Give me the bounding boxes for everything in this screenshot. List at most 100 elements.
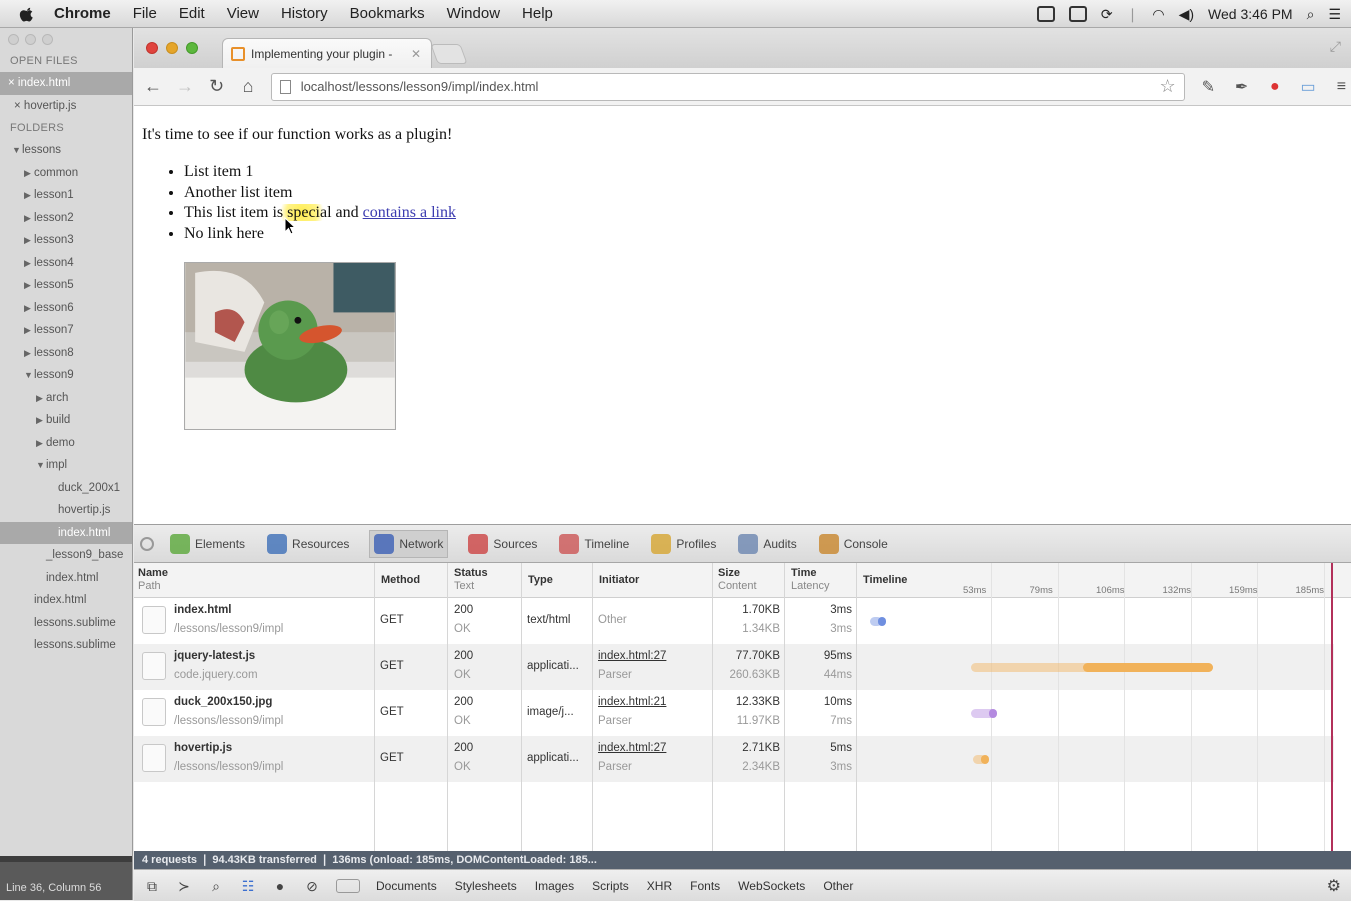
tree-item[interactable]: ▶ lesson7 [0,319,132,342]
tree-item[interactable]: _lesson9_base [0,544,132,567]
menu-file[interactable]: File [133,5,157,22]
app-name[interactable]: Chrome [54,5,111,22]
tree-item[interactable]: ▶ demo [0,432,132,455]
menu-bookmarks[interactable]: Bookmarks [350,5,425,22]
close-window-button[interactable] [146,42,158,54]
user-switch-icon[interactable] [1068,6,1087,22]
request-name[interactable]: hovertip.js [174,739,232,758]
tab-resources[interactable]: Resources [265,530,351,558]
tree-item[interactable]: lessons.sublime [0,634,132,657]
tree-item[interactable]: ▶ lesson2 [0,207,132,230]
wifi-icon[interactable]: ◠ [1152,6,1164,23]
bookmark-star-icon[interactable]: ☆ [1160,76,1176,97]
open-file-index[interactable]: × index.html [0,72,132,95]
clear-icon[interactable]: ⊘ [304,879,320,893]
tree-item[interactable]: ▶ build [0,409,132,432]
filter-scripts[interactable]: Scripts [592,879,629,893]
menu-window[interactable]: Window [447,5,500,22]
editor-zoom-button[interactable] [42,33,53,45]
filter-xhr[interactable]: XHR [647,879,672,893]
forward-arrow-icon[interactable]: → [176,76,194,97]
eyedropper-extension-icon[interactable]: ✒ [1232,77,1251,97]
tree-item[interactable]: ▶ lesson4 [0,252,132,275]
tree-item[interactable]: ▼lessons [0,139,132,162]
tree-item[interactable]: hovertip.js [0,499,132,522]
header-size[interactable]: Size Content [718,567,757,593]
header-method[interactable]: Method [381,574,420,587]
tab-timeline[interactable]: Timeline [557,530,631,558]
menu-view[interactable]: View [227,5,259,22]
dock-to-window-icon[interactable]: ⧉ [144,879,160,893]
filter-stylesheets[interactable]: Stylesheets [455,879,517,893]
back-arrow-icon[interactable]: ← [144,76,162,97]
tree-item[interactable]: ▶ lesson5 [0,274,132,297]
header-timeline[interactable]: Timeline [863,574,907,587]
address-bar[interactable]: localhost/lessons/lesson9/impl/index.htm… [270,72,1185,101]
notification-center-icon[interactable]: ☰ [1328,6,1341,23]
editor-minimize-button[interactable] [25,33,36,45]
tab-sources[interactable]: Sources [466,530,539,558]
tab-console[interactable]: Console [817,530,890,558]
initiator-link[interactable]: index.html:21 [598,693,666,712]
request-name[interactable]: jquery-latest.js [174,647,255,666]
tree-item[interactable]: index.html [0,567,132,590]
menu-help[interactable]: Help [522,5,553,22]
apple-icon[interactable] [18,5,36,23]
new-tab-button[interactable] [430,44,468,64]
browser-tab[interactable]: Implementing your plugin - ✕ [222,38,432,68]
menu-history[interactable]: History [281,5,328,22]
filter-other[interactable]: Other [823,879,853,893]
spotlight-search-icon[interactable]: ⌕ [1307,6,1315,23]
header-time[interactable]: Time Latency [791,567,830,593]
tree-item[interactable]: ▶ lesson1 [0,184,132,207]
clock[interactable]: Wed 3:46 PM [1208,6,1293,22]
request-name[interactable]: duck_200x150.jpg [174,693,272,712]
filter-images[interactable]: Images [535,879,574,893]
tree-item[interactable]: index.html [0,589,132,612]
large-rows-icon[interactable]: ☷ [240,879,256,893]
console-drawer-icon[interactable]: ≻ [176,879,192,893]
header-name[interactable]: Name Path [138,567,168,593]
header-type[interactable]: Type [528,574,553,587]
volume-icon[interactable]: ◀) [1179,6,1194,23]
sync-icon[interactable]: ⟳ [1101,6,1113,23]
header-status[interactable]: Status Text [454,567,488,593]
initiator-link[interactable]: index.html:27 [598,647,666,666]
open-file-hovertip[interactable]: × hovertip.js [0,95,132,118]
filter-fonts[interactable]: Fonts [690,879,720,893]
list-item-link[interactable]: contains a link [363,204,456,221]
inspect-search-icon[interactable]: ⌕ [208,879,224,893]
initiator-link[interactable]: index.html:27 [598,739,666,758]
tree-item[interactable]: ▶ lesson8 [0,342,132,365]
home-icon[interactable]: ⌂ [239,76,256,97]
tree-item[interactable]: ▶ arch [0,387,132,410]
reload-icon[interactable]: ↻ [208,76,225,97]
tree-item[interactable]: lessons.sublime [0,612,132,635]
filter-documents[interactable]: Documents [376,879,437,893]
pen-extension-icon[interactable]: ✎ [1199,77,1218,97]
tree-item[interactable]: ▼impl [0,454,132,477]
tree-item[interactable]: index.html [0,521,132,544]
all-filter-icon[interactable] [336,878,360,893]
editor-close-button[interactable] [8,33,19,45]
tree-item[interactable]: ▼lesson9 [0,364,132,387]
tab-elements[interactable]: Elements [168,530,247,558]
record-icon[interactable]: ● [272,879,288,893]
screen-recorder-icon[interactable] [1036,6,1055,22]
fullscreen-icon[interactable]: ⤢ [1330,38,1341,55]
settings-gear-icon[interactable]: ⚙ [1327,876,1341,896]
minimize-window-button[interactable] [166,42,178,54]
tree-item[interactable]: ▶ common [0,162,132,185]
window-extension-icon[interactable]: ▭ [1298,77,1317,97]
tab-network[interactable]: Network [369,529,449,558]
header-initiator[interactable]: Initiator [599,574,639,587]
tree-item[interactable]: ▶ lesson6 [0,297,132,320]
dock-icon[interactable] [140,536,154,551]
request-name[interactable]: index.html [174,601,232,620]
zoom-window-button[interactable] [186,42,198,54]
menu-edit[interactable]: Edit [179,5,205,22]
stop-extension-icon[interactable]: ● [1265,78,1284,96]
tree-item[interactable]: ▶ lesson3 [0,229,132,252]
tab-audits[interactable]: Audits [736,530,798,558]
chrome-menu-icon[interactable]: ≡ [1332,78,1351,96]
